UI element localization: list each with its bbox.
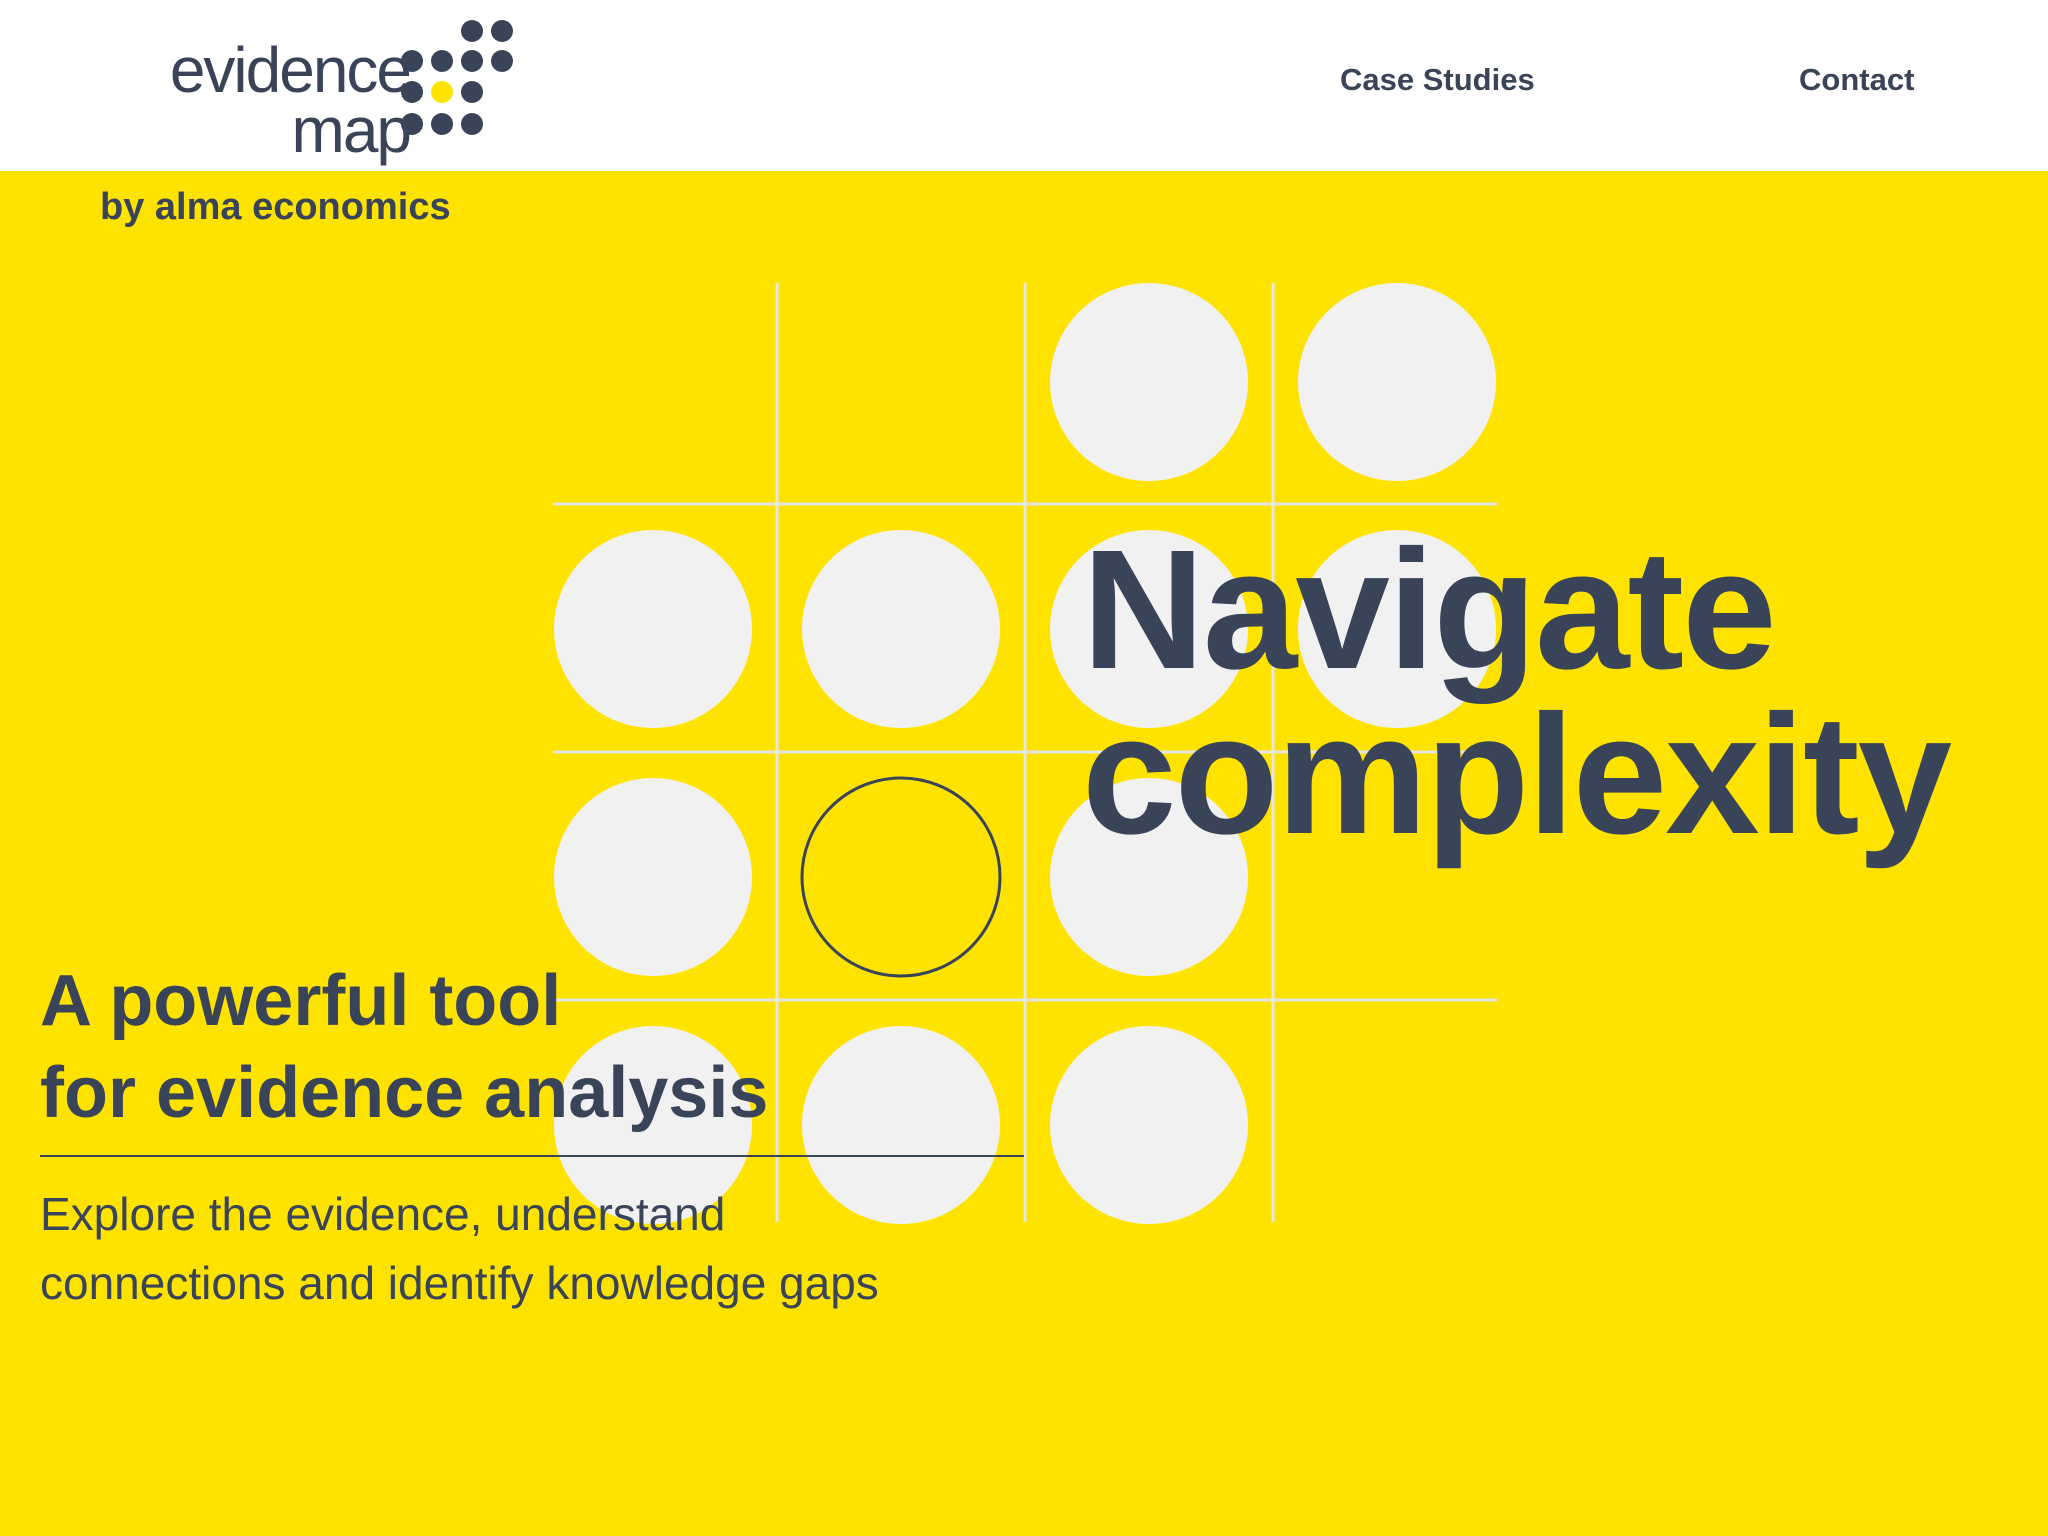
- grid-circle: [554, 778, 752, 976]
- grid-circle: [554, 530, 752, 728]
- hero-title: Navigate complexity: [1082, 515, 1952, 870]
- hero-title-line-2: complexity: [1082, 680, 1952, 870]
- hero-divider: [40, 1155, 1024, 1157]
- grid-circle-outline: [800, 776, 1002, 978]
- hero-subheading-line-2: for evidence analysis: [40, 1053, 769, 1133]
- grid-circle: [802, 530, 1000, 728]
- hero-subheading-line-1: A powerful tool: [40, 961, 562, 1041]
- grid-circle: [1050, 283, 1248, 481]
- hero-description: Explore the evidence, understand connect…: [40, 1180, 879, 1318]
- grid-circle: [1050, 1026, 1248, 1224]
- hero-description-line-2: connections and identify knowledge gaps: [40, 1257, 879, 1309]
- hero-description-line-1: Explore the evidence, understand: [40, 1188, 726, 1240]
- grid-circle: [1298, 283, 1496, 481]
- hero-title-line-1: Navigate: [1082, 515, 1777, 705]
- hero-subheading: A powerful tool for evidence analysis: [40, 955, 768, 1139]
